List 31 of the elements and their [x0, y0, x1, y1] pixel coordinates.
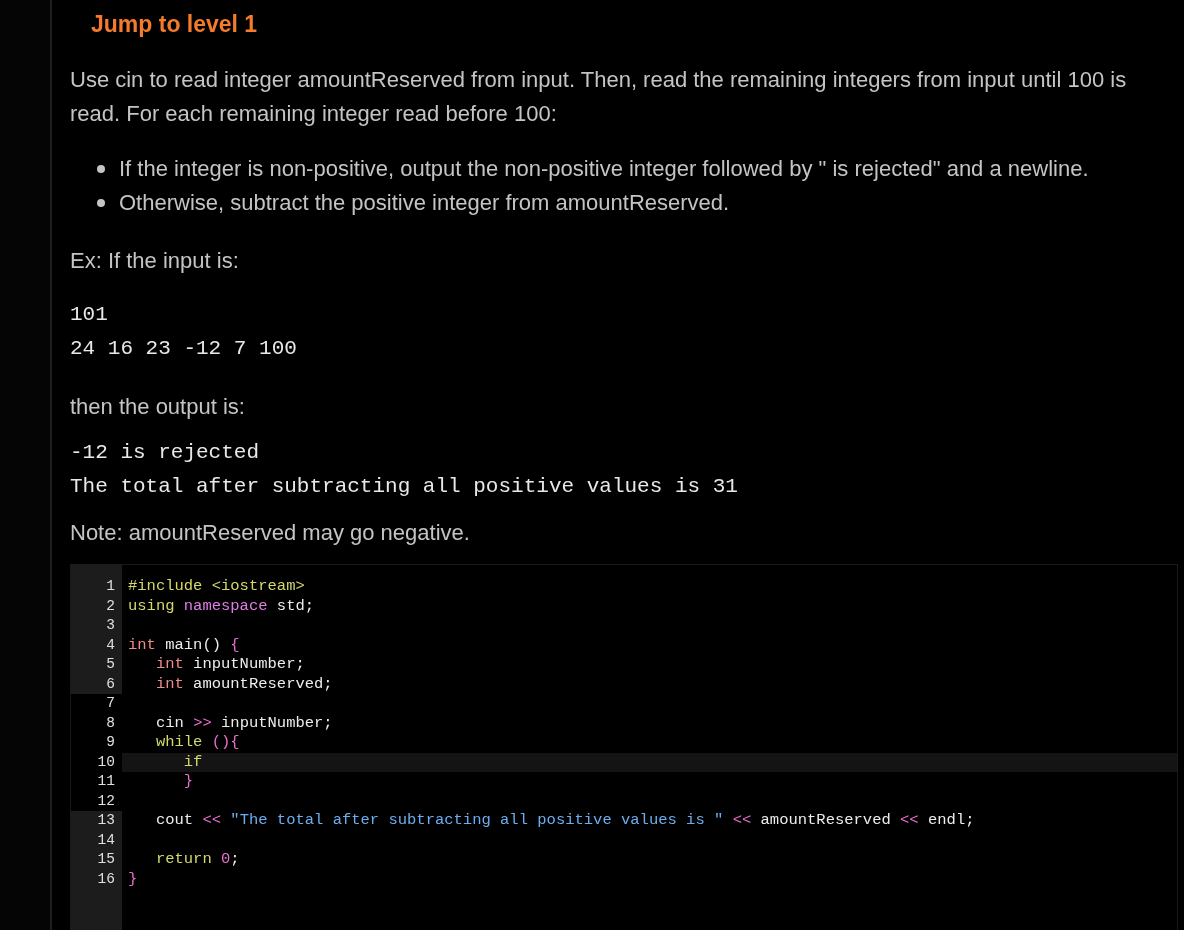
- bullet-text: If the integer is non-positive, output the non-positive integer followed by " is rejected" and a newline.: [119, 156, 1089, 182]
- line-number: 9: [71, 733, 122, 753]
- example-label: Ex: If the input is:: [70, 247, 240, 275]
- example-output-line: -12 is rejected: [70, 440, 261, 466]
- line-number: 7: [71, 694, 122, 714]
- code-line[interactable]: cin >> inputNumber;: [122, 713, 1177, 733]
- code-editor[interactable]: [70, 564, 1178, 930]
- code-line[interactable]: int main() {: [122, 635, 1177, 655]
- bullet-text: Otherwise, subtract the positive integer from amountReserved.: [119, 190, 730, 216]
- code-line[interactable]: int amountReserved;: [122, 674, 1177, 694]
- line-number: 12: [71, 791, 122, 811]
- code-line[interactable]: #include <iostream>: [122, 577, 1177, 597]
- code-line[interactable]: while (){: [122, 733, 1177, 753]
- level-heading[interactable]: Jump to level 1: [91, 9, 1184, 39]
- code-line[interactable]: cout << "The total after subtracting all positive values is " << amountReserved << endl;: [122, 811, 1177, 831]
- example-input-line: 101: [70, 302, 109, 328]
- code-line[interactable]: using namespace std;: [122, 596, 1177, 616]
- example-input-line: 24 16 23 -12 7 100: [70, 336, 298, 362]
- instructions-text: Use cin to read integer amountReserved from input. Then, read the remaining integers from input until 100 is read. For each remaining integer read before 100:: [70, 66, 1128, 128]
- code-line[interactable]: int inputNumber;: [122, 655, 1177, 675]
- line-number: 11: [71, 772, 122, 792]
- code-line[interactable]: }: [122, 869, 1177, 889]
- example-output-line: The total after subtracting all positive values is 31: [70, 474, 739, 500]
- output-label: then the output is:: [70, 393, 246, 421]
- note-text: Note: amountReserved may go negative.: [70, 519, 471, 547]
- line-number: 10: [71, 752, 122, 772]
- bullet-icon: [97, 165, 105, 173]
- line-number: 8: [71, 713, 122, 733]
- code-line[interactable]: return 0;: [122, 850, 1177, 870]
- bullet-icon: [97, 199, 105, 207]
- code-line[interactable]: }: [122, 772, 1177, 792]
